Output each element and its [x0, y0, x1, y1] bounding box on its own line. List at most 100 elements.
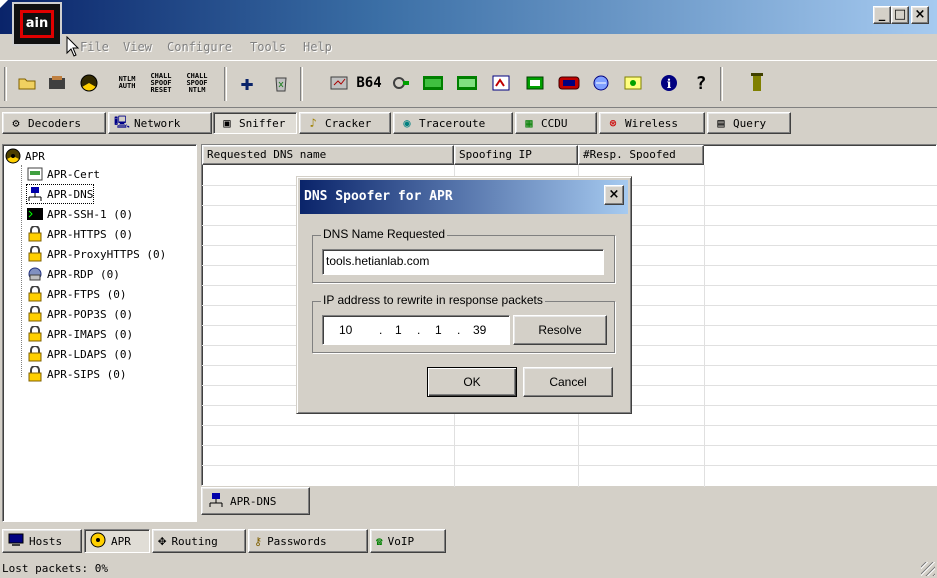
menu-configure[interactable]: Configure: [167, 40, 232, 54]
tab-sniffer[interactable]: ▣ Sniffer: [213, 112, 297, 134]
vpn-icon[interactable]: [454, 69, 480, 97]
recycle-bin-icon[interactable]: [268, 69, 294, 97]
tree-item-apr-ssh1[interactable]: APR-SSH-1 (0): [27, 205, 133, 223]
dialog-title[interactable]: DNS Spoofer for APR: [300, 180, 628, 214]
column-header-resp-spoofed[interactable]: #Resp. Spoofed: [578, 145, 704, 165]
tree-item-apr-ftps[interactable]: APR-FTPS (0): [27, 285, 126, 303]
chall-spoof-ntlm-button[interactable]: CHALL SPOOF NTLM: [184, 69, 210, 97]
tab-label: Traceroute: [419, 116, 486, 130]
ip-octet-1[interactable]: 10: [339, 319, 352, 341]
ok-button[interactable]: OK: [427, 367, 517, 397]
tab-query[interactable]: ▤ Query: [707, 112, 791, 134]
password-decoder-icon[interactable]: [620, 69, 646, 97]
tree-item-apr-dns[interactable]: APR-DNS: [25, 184, 95, 204]
tab-ccdu[interactable]: ▦ CCDU: [515, 112, 597, 134]
lock-icon: [27, 366, 43, 382]
column-header-dns-name[interactable]: Requested DNS name: [202, 145, 454, 165]
maximize-button[interactable]: □: [891, 6, 909, 24]
title-bar[interactable]: _ □ ×: [0, 0, 937, 34]
ip-octet-3[interactable]: 1: [435, 319, 442, 341]
nav-voip[interactable]: ☎ VoIP: [370, 529, 446, 553]
cdp-icon[interactable]: [556, 69, 582, 97]
tree-item-apr-sips[interactable]: APR-SIPS (0): [27, 365, 126, 383]
keys-icon: ⚷: [254, 534, 263, 548]
tab-traceroute[interactable]: ◉ Traceroute: [393, 112, 513, 134]
routing-icon[interactable]: [326, 69, 352, 97]
tree-item-apr-proxyhttps[interactable]: APR-ProxyHTTPS (0): [27, 245, 166, 263]
rdp-icon[interactable]: [488, 69, 514, 97]
tree-item-apr-cert[interactable]: APR-Cert: [27, 165, 100, 183]
resolve-button[interactable]: Resolve: [513, 315, 607, 345]
tree-label: APR-HTTPS (0): [47, 227, 134, 241]
tree-item-apr-pop3s[interactable]: APR-POP3S (0): [27, 305, 133, 323]
lsa-secrets-icon[interactable]: [420, 69, 446, 97]
row-line: [202, 465, 937, 466]
tree-label: APR-SSH-1 (0): [47, 207, 134, 221]
tree-item-apr-https[interactable]: APR-HTTPS (0): [27, 225, 133, 243]
ip-octet-2[interactable]: 1: [395, 319, 402, 341]
tree-item-apr-imaps[interactable]: APR-IMAPS (0): [27, 325, 133, 343]
tree-label: APR-LDAPS (0): [47, 347, 134, 361]
toolbar: NTLM AUTH CHALL SPOOF RESET CHALL SPOOF …: [0, 60, 937, 108]
menu-help[interactable]: Help: [303, 40, 332, 54]
mouse-cursor-icon: [66, 36, 80, 57]
svg-text:i: i: [667, 77, 672, 91]
wireless-icon[interactable]: [522, 69, 548, 97]
menu-file[interactable]: File: [80, 40, 109, 54]
ip-dot: .: [457, 323, 461, 337]
radiation-icon: [90, 532, 106, 551]
apr-start-icon[interactable]: [76, 69, 102, 97]
tree-root-apr[interactable]: APR: [5, 147, 45, 165]
dns-name-input[interactable]: tools.hetianlab.com: [322, 249, 604, 275]
ip-address-input[interactable]: 10 . 1 . 1 . 39: [322, 315, 510, 345]
ntlm-auth-button[interactable]: NTLM AUTH: [114, 69, 140, 97]
ip-octet-4[interactable]: 39: [473, 319, 486, 341]
bottom-nav: Hosts APR ✥ Routing ⚷ Passwords ☎ VoIP: [0, 526, 937, 556]
nav-apr[interactable]: APR: [84, 529, 150, 553]
close-button[interactable]: ×: [911, 6, 929, 24]
tree-label: APR-IMAPS (0): [47, 327, 134, 341]
lock-icon: [27, 346, 43, 362]
row-line: [202, 445, 937, 446]
query-icon: ▤: [717, 116, 725, 130]
help-icon[interactable]: ?: [688, 69, 714, 97]
lock-icon: [27, 306, 43, 322]
cancel-button[interactable]: Cancel: [523, 367, 613, 397]
base64-icon[interactable]: B64: [356, 69, 382, 97]
nav-routing[interactable]: ✥ Routing: [152, 529, 246, 553]
tab-network[interactable]: 🖳 Network: [108, 112, 212, 134]
tab-wireless[interactable]: ⊛ Wireless: [599, 112, 705, 134]
tree-item-apr-ldaps[interactable]: APR-LDAPS (0): [27, 345, 133, 363]
tab-cracker[interactable]: ♪ Cracker: [299, 112, 391, 134]
dialog-close-button[interactable]: ×: [604, 185, 624, 205]
app-icon[interactable]: ain: [12, 2, 62, 46]
menu-bar: File View Configure Tools Help: [0, 34, 937, 60]
lock-icon: [27, 326, 43, 342]
menu-view[interactable]: View: [123, 40, 152, 54]
info-icon[interactable]: i: [656, 69, 682, 97]
sid-scanner-icon[interactable]: [588, 69, 614, 97]
plus-icon[interactable]: ✚: [234, 69, 260, 97]
about-icon[interactable]: [744, 69, 770, 97]
nav-passwords[interactable]: ⚷ Passwords: [248, 529, 368, 553]
tab-label: APR-DNS: [230, 494, 277, 508]
sniffer-start-icon[interactable]: [44, 69, 70, 97]
tree-item-apr-rdp[interactable]: APR-RDP (0): [27, 265, 120, 283]
hash-calculator-icon[interactable]: [388, 69, 414, 97]
status-bar: Lost packets: 0%: [2, 562, 108, 575]
column-header-spoofing-ip[interactable]: Spoofing IP: [454, 145, 578, 165]
tab-decoders[interactable]: ⚙ Decoders: [2, 112, 106, 134]
tab-apr-dns[interactable]: APR-DNS: [201, 487, 310, 515]
traceroute-icon: ◉: [403, 116, 411, 130]
apr-tree[interactable]: APR APR-Cert APR-DNS APR-SSH-1 (0) APR-H…: [2, 144, 197, 522]
nav-hosts[interactable]: Hosts: [2, 529, 82, 553]
resize-grip-icon[interactable]: [921, 562, 935, 576]
menu-tools[interactable]: Tools: [250, 40, 286, 54]
toolbar-separator: [224, 67, 227, 101]
row-line: [202, 425, 937, 426]
minimize-button[interactable]: _: [873, 6, 891, 24]
tab-label: Network: [134, 116, 181, 130]
chall-spoof-reset-button[interactable]: CHALL SPOOF RESET: [148, 69, 174, 97]
open-folder-icon[interactable]: [14, 69, 40, 97]
lock-icon: [27, 226, 43, 242]
